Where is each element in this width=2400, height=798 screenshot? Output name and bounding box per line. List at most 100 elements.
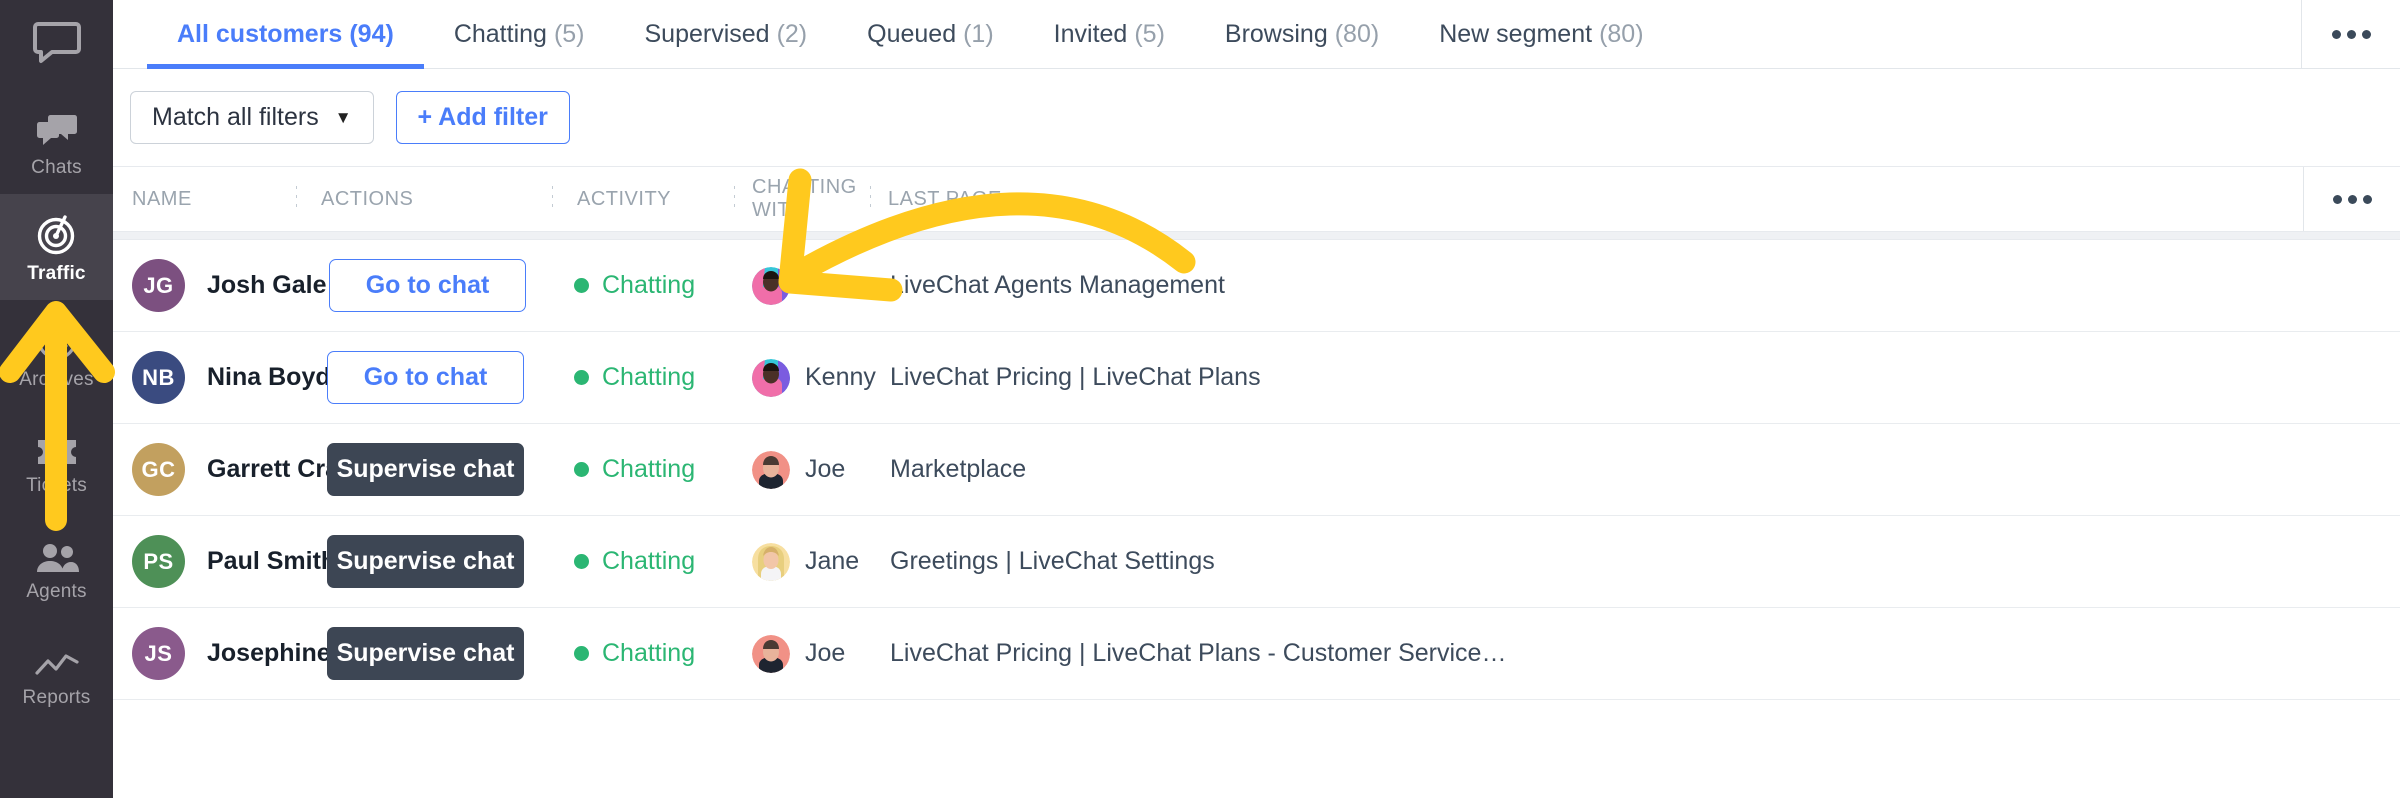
- tab-label: New segment: [1439, 19, 1593, 48]
- tab-queued[interactable]: Queued (1): [837, 0, 1024, 68]
- cell-chatting-with: Kenny: [738, 358, 876, 397]
- sidebar-item-label: Reports: [22, 687, 91, 708]
- sidebar-item-archives[interactable]: Archives: [0, 300, 113, 406]
- cell-last-page: LiveChat Agents Management: [890, 271, 1225, 299]
- match-all-filters-dropdown[interactable]: Match all filters ▼: [130, 91, 374, 144]
- more-horizontal-icon: [2331, 29, 2371, 39]
- cell-name: JS Josephine Spencer: [113, 627, 436, 680]
- tab-count: (5): [1134, 19, 1165, 48]
- add-filter-label: + Add filter: [417, 103, 548, 131]
- sidebar-item-reports[interactable]: Reports: [0, 618, 113, 724]
- cell-last-page: LiveChat Pricing | LiveChat Plans: [890, 363, 1261, 391]
- tab-invited[interactable]: Invited (5): [1024, 0, 1195, 68]
- sidebar-item-traffic[interactable]: Traffic: [0, 194, 113, 300]
- reports-icon: [34, 635, 80, 679]
- tabbar-spacer: [1674, 0, 2301, 68]
- table-row[interactable]: PS Paul Smith Supervise chat Chatting Ja…: [113, 516, 2400, 608]
- cell-name: NB Nina Boyd: [113, 351, 331, 404]
- cell-chatting-with: Jane: [738, 542, 873, 581]
- tab-label: Supervised: [644, 19, 770, 48]
- activity-status: Chatting: [602, 547, 696, 575]
- match-all-filters-label: Match all filters: [152, 103, 319, 131]
- cell-actions: Go to chat: [303, 351, 552, 404]
- add-filter-button[interactable]: + Add filter: [395, 91, 570, 144]
- cell-last-page: Greetings | LiveChat Settings: [890, 547, 1215, 575]
- chevron-down-icon: ▼: [334, 108, 352, 127]
- tab-count: (2): [776, 19, 808, 48]
- go-to-chat-button[interactable]: Go to chat: [329, 259, 526, 312]
- column-header-actions[interactable]: ACTIONS: [297, 167, 552, 231]
- cell-name: JG Josh Gale: [113, 259, 327, 312]
- avatar: JG: [132, 259, 185, 312]
- tab-count: (80): [1599, 19, 1644, 48]
- agent-name: Joe: [805, 455, 846, 483]
- sidebar-item-label: Traffic: [27, 263, 86, 284]
- agent-name: Joe: [805, 639, 846, 667]
- tabbar-more-button[interactable]: [2302, 0, 2400, 68]
- status-dot-icon: [574, 554, 589, 569]
- tab-label: Browsing: [1224, 19, 1328, 48]
- sidebar-item-tickets[interactable]: Tickets: [0, 406, 113, 512]
- supervise-chat-button[interactable]: Supervise chat: [327, 535, 524, 588]
- cell-activity: Chatting: [552, 639, 738, 668]
- chats-icon: [35, 105, 79, 149]
- tab-count: (1): [963, 19, 994, 48]
- main-content: All customers (94) Chatting (5) Supervis…: [113, 0, 2400, 798]
- cell-last-page: Marketplace: [890, 455, 1027, 483]
- agent-avatar-joe: [752, 634, 790, 673]
- cell-activity: Chatting: [552, 455, 738, 484]
- tab-label: Invited: [1053, 19, 1128, 48]
- table-row[interactable]: GC Garrett Craig Supervise chat Chatting: [113, 424, 2400, 516]
- cell-actions: Go to chat: [303, 259, 552, 312]
- column-header-chatting-with[interactable]: CHATTING WITH: [735, 167, 870, 231]
- tab-count: (5): [553, 19, 585, 48]
- cell-chatting-with: Joe: [738, 450, 873, 489]
- avatar: NB: [132, 351, 185, 404]
- column-header-last-page[interactable]: LAST PAGE: [871, 167, 1931, 231]
- column-header-name[interactable]: NAME: [113, 167, 296, 231]
- segment-tabbar: All customers (94) Chatting (5) Supervis…: [113, 0, 2400, 69]
- livechat-traffic-app: Chats Traffic Archives Tickets Agents Re…: [0, 0, 2400, 798]
- sidebar-item-label: Archives: [19, 369, 94, 390]
- table-row[interactable]: JG Josh Gale Go to chat Chatting Kenny L…: [113, 240, 2400, 332]
- activity-status: Chatting: [602, 639, 696, 667]
- status-dot-icon: [574, 646, 589, 661]
- tickets-icon: [35, 423, 79, 467]
- sidebar-item-agents[interactable]: Agents: [0, 512, 113, 618]
- cell-last-page: LiveChat Pricing | LiveChat Plans - Cust…: [890, 639, 1507, 667]
- segment-tabs: All customers (94) Chatting (5) Supervis…: [113, 0, 1674, 69]
- supervise-chat-button[interactable]: Supervise chat: [327, 443, 524, 496]
- go-to-chat-button[interactable]: Go to chat: [327, 351, 524, 404]
- status-dot-icon: [574, 370, 589, 385]
- agent-avatar-kenny: [752, 358, 790, 397]
- supervise-chat-button[interactable]: Supervise chat: [327, 627, 524, 680]
- agent-avatar-jane: [752, 542, 790, 581]
- traffic-icon: [35, 211, 79, 255]
- tab-count: (80): [1334, 19, 1380, 48]
- tab-chatting[interactable]: Chatting (5): [424, 0, 615, 68]
- table-options-button[interactable]: [2303, 167, 2400, 231]
- agent-avatar-kenny: [752, 266, 790, 305]
- activity-status: Chatting: [602, 363, 696, 391]
- livechat-logo-icon[interactable]: [0, 0, 113, 88]
- tab-browsing[interactable]: Browsing (80): [1195, 0, 1409, 68]
- cell-actions: Supervise chat: [303, 443, 552, 496]
- table-row[interactable]: NB Nina Boyd Go to chat Chatting Kenny L…: [113, 332, 2400, 424]
- status-dot-icon: [574, 278, 589, 293]
- table-body: JG Josh Gale Go to chat Chatting Kenny L…: [113, 240, 2400, 798]
- cell-actions: Supervise chat: [303, 627, 552, 680]
- sidebar-item-chats[interactable]: Chats: [0, 88, 113, 194]
- more-horizontal-icon: [2332, 194, 2372, 204]
- table-row[interactable]: JS Josephine Spencer Supervise chat Chat…: [113, 608, 2400, 700]
- tab-label: Queued: [867, 19, 957, 48]
- activity-status: Chatting: [602, 271, 696, 299]
- avatar: JS: [132, 627, 185, 680]
- column-header-activity[interactable]: ACTIVITY: [553, 167, 734, 231]
- tab-all-customers[interactable]: All customers (94): [147, 0, 424, 69]
- cell-activity: Chatting: [552, 547, 738, 576]
- cell-activity: Chatting: [552, 363, 738, 392]
- tab-new-segment[interactable]: New segment (80): [1409, 0, 1673, 68]
- tab-supervised[interactable]: Supervised (2): [615, 0, 838, 68]
- cell-activity: Chatting: [552, 271, 738, 300]
- main-sidebar: Chats Traffic Archives Tickets Agents Re…: [0, 0, 113, 798]
